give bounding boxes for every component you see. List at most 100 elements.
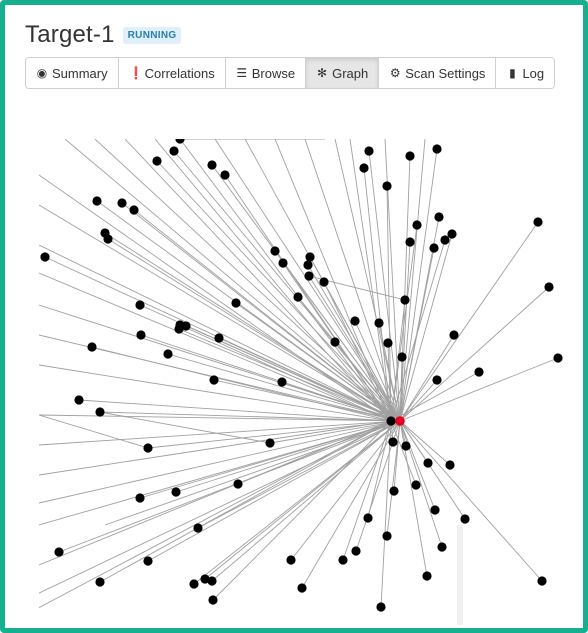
graph-edge (304, 139, 401, 422)
graph-node[interactable] (383, 338, 393, 348)
graph-canvas[interactable] (39, 139, 571, 625)
graph-node[interactable] (401, 441, 411, 451)
graph-node[interactable] (460, 514, 470, 524)
tab-summary[interactable]: ◉ Summary (26, 58, 119, 88)
graph-node[interactable] (171, 487, 181, 497)
graph-node[interactable] (208, 595, 218, 605)
graph-node[interactable] (423, 458, 433, 468)
graph-node[interactable] (382, 531, 392, 541)
graph-node[interactable] (422, 571, 432, 581)
graph-node[interactable] (231, 298, 241, 308)
tab-correlations[interactable]: ❗ Correlations (118, 58, 226, 88)
graph-node[interactable] (400, 295, 410, 305)
graph-node[interactable] (544, 282, 554, 292)
graph-svg[interactable] (39, 139, 571, 625)
graph-node[interactable] (117, 198, 127, 208)
graph-node[interactable] (163, 349, 173, 359)
graph-node[interactable] (411, 480, 421, 490)
graph-node[interactable] (338, 555, 348, 565)
graph-node[interactable] (434, 212, 444, 222)
graph-node[interactable] (87, 342, 97, 352)
graph-node[interactable] (297, 583, 307, 593)
graph-node[interactable] (92, 196, 102, 206)
graph-node[interactable] (265, 438, 275, 448)
graph-node[interactable] (152, 156, 162, 166)
graph-node[interactable] (74, 395, 84, 405)
graph-node[interactable] (397, 352, 407, 362)
graph-node[interactable] (135, 300, 145, 310)
tab-graph[interactable]: ✻ Graph (306, 58, 380, 88)
graph-node[interactable] (189, 579, 199, 589)
graph-edge (39, 420, 392, 476)
graph-edge (107, 238, 401, 422)
graph-node[interactable] (193, 523, 203, 533)
graph-node[interactable] (374, 318, 384, 328)
graph-node[interactable] (129, 205, 139, 215)
graph-node[interactable] (319, 277, 329, 287)
graph-node[interactable] (135, 493, 145, 503)
graph-node[interactable] (143, 443, 153, 453)
graph-node[interactable] (449, 330, 459, 340)
scrollbar-track[interactable] (457, 525, 463, 625)
graph-node[interactable] (382, 181, 392, 191)
graph-node[interactable] (304, 271, 314, 281)
tab-log[interactable]: ▮ Log (496, 58, 555, 88)
graph-node[interactable] (220, 170, 230, 180)
graph-node[interactable] (386, 416, 396, 426)
graph-node[interactable] (214, 333, 224, 343)
graph-node[interactable] (303, 260, 313, 270)
graph-node[interactable] (103, 234, 113, 244)
tab-scan-settings[interactable]: ⚙ Scan Settings (379, 58, 497, 88)
eye-icon: ◉ (36, 66, 48, 80)
graph-node[interactable] (474, 367, 484, 377)
graph-node[interactable] (432, 144, 442, 154)
graph-node[interactable] (429, 243, 439, 253)
graph-node[interactable] (359, 163, 369, 173)
graph-node[interactable] (207, 576, 217, 586)
graph-node[interactable] (430, 505, 440, 515)
graph-node[interactable] (174, 324, 184, 334)
graph-edge (384, 139, 401, 422)
graph-node[interactable] (447, 229, 457, 239)
graph-node[interactable] (376, 602, 386, 612)
graph-node[interactable] (169, 146, 179, 156)
graph-node[interactable] (270, 246, 280, 256)
status-badge: RUNNING (122, 26, 182, 44)
graph-node[interactable] (388, 437, 398, 447)
graph-node[interactable] (277, 377, 287, 387)
graph-node[interactable] (95, 577, 105, 587)
graph-node[interactable] (553, 353, 563, 363)
tab-label: Graph (332, 65, 369, 81)
graph-node[interactable] (54, 547, 64, 557)
graph-node[interactable] (330, 337, 340, 347)
graph-node[interactable] (143, 556, 153, 566)
tab-browse[interactable]: ☰ Browse (225, 58, 307, 88)
graph-node[interactable] (363, 513, 373, 523)
graph-node[interactable] (207, 160, 217, 170)
graph-node[interactable] (293, 292, 303, 302)
graph-node[interactable] (286, 555, 296, 565)
graph-node[interactable] (440, 235, 450, 245)
graph-node[interactable] (350, 316, 360, 326)
graph-node[interactable] (351, 546, 361, 556)
graph-edge (193, 420, 401, 585)
graph-node[interactable] (432, 375, 442, 385)
graph-node[interactable] (437, 542, 447, 552)
graph-node[interactable] (95, 407, 105, 417)
graph-node[interactable] (537, 576, 547, 586)
graph-node[interactable] (412, 220, 422, 230)
graph-node[interactable] (389, 486, 399, 496)
graph-node[interactable] (209, 375, 219, 385)
graph-root-node[interactable] (395, 416, 405, 426)
graph-node[interactable] (305, 252, 315, 262)
graph-node[interactable] (445, 460, 455, 470)
graph-node[interactable] (278, 258, 288, 268)
graph-node[interactable] (405, 151, 415, 161)
graph-node[interactable] (405, 237, 415, 247)
graph-node[interactable] (40, 252, 50, 262)
graph-node[interactable] (533, 217, 543, 227)
gear-icon: ⚙ (389, 66, 401, 80)
graph-node[interactable] (136, 330, 146, 340)
graph-node[interactable] (233, 479, 243, 489)
graph-node[interactable] (364, 146, 374, 156)
